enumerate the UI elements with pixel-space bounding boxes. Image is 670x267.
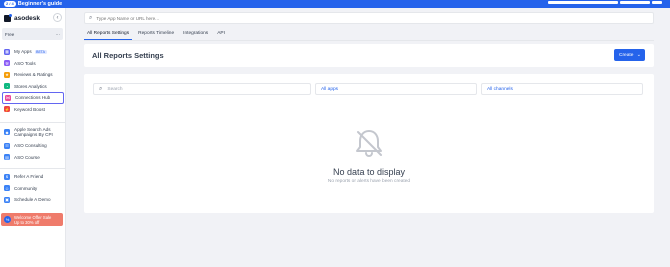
refer-icon: $ bbox=[4, 173, 10, 180]
topbar-placeholder-2[interactable] bbox=[620, 1, 650, 4]
topbar-user-area bbox=[548, 1, 662, 4]
empty-state-title: No data to display bbox=[332, 167, 406, 177]
empty-state-subtitle: No reports or alerts have been created bbox=[327, 179, 411, 184]
chevron-down-icon: ⌄ bbox=[636, 52, 641, 58]
reports-content: ⌕ Search All apps All channels No data t… bbox=[84, 74, 654, 213]
beginners-guide-link[interactable]: Beginner's guide bbox=[18, 0, 62, 8]
sidebar-item-aso-consulting[interactable]: ☷ ASO Consulting bbox=[0, 140, 66, 152]
sidebar-item-label: Reviews & Ratings bbox=[14, 72, 53, 78]
beta-badge: BETA bbox=[34, 49, 47, 54]
page-header: All Reports Settings Create ⌄ bbox=[84, 44, 654, 67]
create-button[interactable]: Create ⌄ bbox=[614, 49, 645, 61]
sidebar-item-label: Connections Hub bbox=[15, 95, 51, 101]
tab-all-reports-settings[interactable]: All Reports Settings bbox=[84, 27, 133, 40]
plan-label: Free bbox=[5, 31, 15, 37]
sidebar-item-my-apps[interactable]: ▦ My Apps BETA bbox=[0, 46, 66, 58]
sidebar-item-refer-a-friend[interactable]: $ Refer A Friend bbox=[0, 171, 66, 183]
reports-search-placeholder: Search bbox=[107, 86, 123, 92]
tab-api[interactable]: API bbox=[214, 27, 228, 40]
sidebar-item-label: ASO Tools bbox=[14, 60, 36, 66]
apps-filter-select[interactable]: All apps bbox=[315, 83, 477, 95]
tab-reports-timeline[interactable]: Reports Timeline bbox=[135, 27, 177, 40]
promo-line-1: Welcome Offer Sale bbox=[14, 214, 52, 220]
sidebar-item-connections-hub[interactable]: ⋈ Connections Hub bbox=[2, 92, 64, 104]
promo-line-2: Up to 30% off bbox=[14, 219, 40, 225]
sidebar-divider bbox=[0, 122, 66, 123]
sidebar-item-reviews-ratings[interactable]: ★ Reviews & Ratings bbox=[0, 69, 66, 81]
guide-progress-text: 2 / 4 bbox=[6, 1, 14, 6]
sidebar-item-community[interactable]: ☺ Community bbox=[0, 183, 66, 195]
sidebar-item-label: Keyword Boost bbox=[14, 106, 45, 112]
reports-search-field[interactable]: ⌕ Search bbox=[93, 83, 311, 95]
sidebar-item-keyword-boost[interactable]: ⚡ Keyword Boost bbox=[0, 104, 66, 116]
sidebar-item-apple-search-ads[interactable]: ◆ Apple Search Ads Campaigns By CPI bbox=[0, 124, 66, 140]
sidebar-item-label: ASO Course bbox=[14, 154, 40, 160]
sidebar-item-label: Apple Search Ads Campaigns By CPI bbox=[14, 126, 53, 138]
sidebar-item-aso-course[interactable]: ▤ ASO Course bbox=[0, 152, 66, 164]
discount-icon: % bbox=[4, 216, 11, 223]
sidebar-group-services: ◆ Apple Search Ads Campaigns By CPI ☷ AS… bbox=[0, 124, 66, 163]
plan-selector[interactable]: Free ··· bbox=[2, 28, 63, 40]
apps-filter-value: All apps bbox=[321, 86, 339, 92]
sidebar-item-label: Refer A Friend bbox=[14, 174, 44, 180]
topbar-placeholder-1[interactable] bbox=[548, 1, 618, 4]
star-icon: ★ bbox=[4, 71, 10, 78]
promo-text: Welcome Offer Sale Up to 30% off bbox=[14, 215, 51, 225]
sidebar-group-main: ▦ My Apps BETA ⚒ ASO Tools ★ Reviews & R… bbox=[0, 46, 66, 115]
logo-icon bbox=[4, 13, 12, 22]
sidebar-divider bbox=[0, 168, 66, 169]
page-title: All Reports Settings bbox=[92, 51, 164, 60]
guide-progress-badge[interactable]: 2 / 4 bbox=[4, 1, 16, 7]
tools-icon: ⚒ bbox=[4, 60, 10, 67]
sidebar-item-label: ASO Consulting bbox=[14, 143, 47, 149]
channels-filter-value: All channels bbox=[487, 86, 513, 92]
tab-integrations[interactable]: Integrations bbox=[180, 27, 211, 40]
collapse-sidebar-button[interactable]: ‹ bbox=[53, 13, 62, 22]
search-icon: ⌕ bbox=[99, 85, 103, 92]
app-search-input[interactable] bbox=[96, 15, 297, 21]
more-icon: ··· bbox=[55, 31, 61, 37]
sidebar-item-label: My Apps bbox=[14, 49, 32, 55]
community-icon: ☺ bbox=[4, 185, 10, 192]
welcome-offer-banner[interactable]: % Welcome Offer Sale Up to 30% off bbox=[1, 213, 63, 226]
sidebar-item-label: Stores Analytics bbox=[14, 83, 47, 89]
ads-icon: ◆ bbox=[4, 129, 10, 135]
sidebar-item-label: Community bbox=[14, 185, 38, 191]
brand-name: asodesk bbox=[14, 14, 41, 22]
sidebar-group-community: $ Refer A Friend ☺ Community ▣ Schedule … bbox=[0, 171, 66, 206]
apps-icon: ▦ bbox=[4, 48, 10, 55]
sidebar-item-label: Schedule A Demo bbox=[14, 197, 51, 203]
sidebar-item-schedule-demo[interactable]: ▣ Schedule A Demo bbox=[0, 194, 66, 206]
hub-icon: ⋈ bbox=[5, 94, 11, 101]
consulting-icon: ☷ bbox=[4, 142, 10, 149]
app-search-bar: ⌕ bbox=[84, 12, 654, 24]
boost-icon: ⚡ bbox=[4, 106, 10, 113]
analytics-icon: ◔ bbox=[4, 83, 10, 90]
reports-tabs: All Reports Settings Reports Timeline In… bbox=[84, 27, 231, 40]
sidebar-item-stores-analytics[interactable]: ◔ Stores Analytics bbox=[0, 81, 66, 93]
bell-off-icon bbox=[356, 130, 382, 158]
calendar-icon: ▣ bbox=[4, 196, 10, 203]
sidebar-item-aso-tools[interactable]: ⚒ ASO Tools bbox=[0, 58, 66, 70]
course-icon: ▤ bbox=[4, 154, 10, 161]
create-button-label: Create bbox=[619, 52, 634, 58]
search-icon: ⌕ bbox=[89, 15, 93, 21]
tabs-divider bbox=[84, 39, 654, 41]
topbar-placeholder-3[interactable] bbox=[652, 1, 662, 4]
sidebar: asodesk ‹ Free ··· ▦ My Apps BETA ⚒ ASO … bbox=[0, 8, 66, 267]
channels-filter-select[interactable]: All channels bbox=[481, 83, 643, 95]
top-banner: 2 / 4 Beginner's guide bbox=[0, 0, 670, 8]
chevron-left-icon: ‹ bbox=[56, 14, 59, 21]
